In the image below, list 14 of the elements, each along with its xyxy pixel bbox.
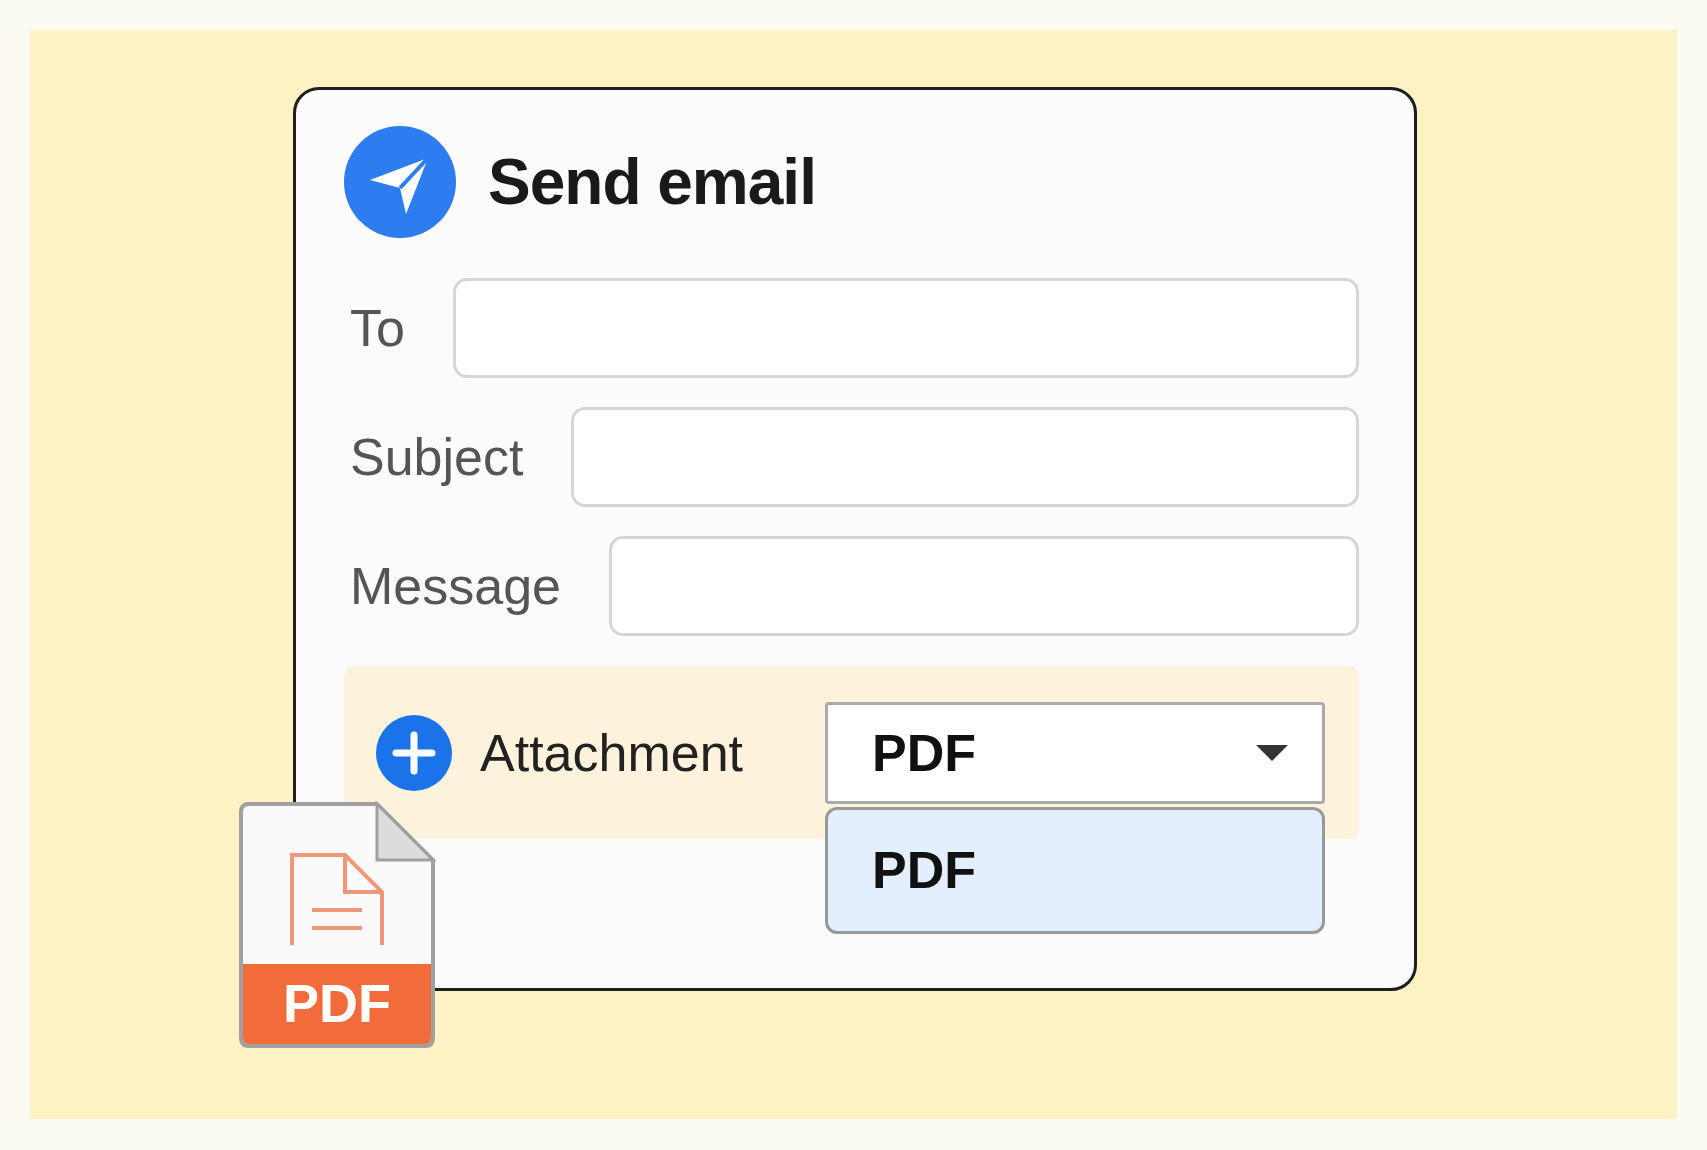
- field-label: Message: [350, 556, 561, 616]
- input-field[interactable]: [452, 278, 1359, 378]
- attachment-label: Attachment: [480, 722, 744, 783]
- input-field[interactable]: [571, 407, 1359, 507]
- dialog-title: Send email: [488, 145, 816, 219]
- file-type-select[interactable]: PDF: [825, 701, 1325, 804]
- field-label: To: [350, 298, 405, 358]
- add-icon[interactable]: [376, 714, 452, 791]
- send-icon: [344, 126, 456, 238]
- caret-icon: [1256, 744, 1288, 761]
- file-type-label: PDF: [282, 972, 392, 1035]
- dropdown-option[interactable]: PDF: [825, 806, 1325, 934]
- field-label: Subject: [350, 427, 524, 487]
- input-field[interactable]: [609, 536, 1359, 636]
